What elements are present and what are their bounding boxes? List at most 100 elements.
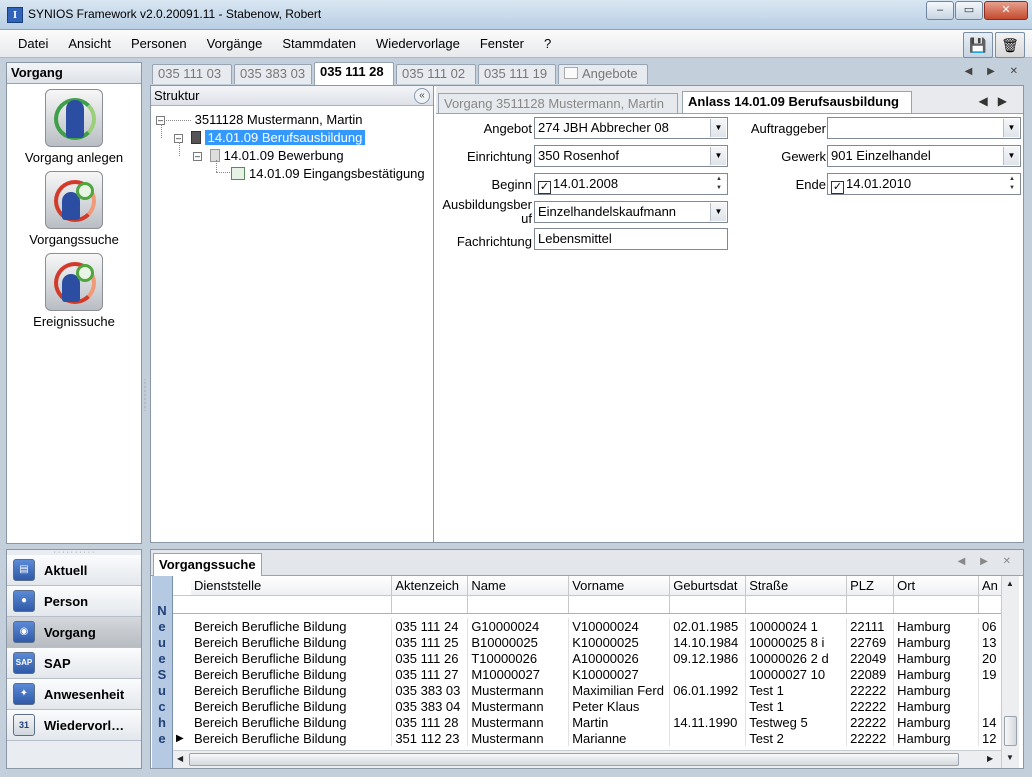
tab-angebote[interactable]: Angebote bbox=[558, 64, 648, 84]
cell-ort: Hamburg bbox=[893, 698, 980, 714]
filter-input[interactable] bbox=[669, 595, 747, 614]
menu-ansicht[interactable]: Ansicht bbox=[58, 36, 121, 51]
scroll-left-icon[interactable]: ◀ bbox=[177, 754, 183, 763]
event-search-action[interactable]: Ereignissuche bbox=[7, 253, 141, 329]
close-button[interactable]: ✕ bbox=[984, 1, 1028, 20]
minimize-button[interactable]: – bbox=[926, 1, 954, 20]
column-header-plz[interactable]: PLZ bbox=[846, 576, 895, 596]
scroll-down-icon[interactable]: ▼ bbox=[1006, 753, 1014, 762]
table-row[interactable]: Bereich Berufliche Bildung 035 111 28 Must… bbox=[173, 714, 1019, 730]
menu-vorgaenge[interactable]: Vorgänge bbox=[197, 36, 273, 51]
fachrichtung-input[interactable]: Lebensmittel bbox=[534, 228, 728, 250]
menu-datei[interactable]: Datei bbox=[8, 36, 58, 51]
tree-node-eingangsbestaetigung[interactable]: 14.01.09 Eingangsbestätigung bbox=[231, 166, 425, 181]
tab-vorgang[interactable]: Vorgang 3511128 Mustermann, Martin bbox=[438, 93, 678, 114]
filter-input[interactable] bbox=[190, 595, 393, 614]
maximize-button[interactable]: ▭ bbox=[955, 1, 983, 20]
case-search-action[interactable]: Vorgangssuche bbox=[7, 171, 141, 247]
search-tab-arrows[interactable]: ◀ ▶ ✕ bbox=[958, 556, 1017, 567]
tab-vorgangssuche[interactable]: Vorgangssuche bbox=[153, 553, 262, 577]
einrichtung-select[interactable]: 350 Rosenhof ▼ bbox=[534, 145, 728, 167]
scroll-thumb[interactable] bbox=[189, 753, 959, 766]
vertical-splitter[interactable]: :::::::: bbox=[142, 379, 148, 420]
menu-stammdaten[interactable]: Stammdaten bbox=[272, 36, 366, 51]
column-header-ort[interactable]: Ort bbox=[893, 576, 980, 596]
collapse-panel-icon[interactable]: « bbox=[414, 88, 430, 104]
menu-help[interactable]: ? bbox=[534, 36, 561, 51]
row-indicator bbox=[173, 698, 191, 714]
beginn-date-field[interactable]: ✓ 14.01.2008 ▲ ▼ bbox=[534, 173, 728, 195]
ausbildungsberuf-select[interactable]: Einzelhandelskaufmann ▼ bbox=[534, 201, 728, 223]
vertical-scrollbar[interactable]: ▲ ▼ bbox=[1001, 576, 1019, 768]
tab-case-035-383-03[interactable]: 035 383 03 bbox=[234, 64, 312, 84]
cell-name: B10000025 bbox=[467, 634, 570, 650]
create-case-action[interactable]: Vorgang anlegen bbox=[7, 89, 141, 165]
ende-checkbox[interactable]: ✓ bbox=[831, 181, 844, 194]
attendance-icon: ✦ bbox=[13, 683, 35, 705]
scroll-thumb[interactable] bbox=[1004, 716, 1017, 746]
beginn-checkbox[interactable]: ✓ bbox=[538, 181, 551, 194]
tree-expander-icon[interactable]: – bbox=[193, 152, 202, 161]
menu-personen[interactable]: Personen bbox=[121, 36, 197, 51]
cell-name: Mustermann bbox=[467, 730, 570, 746]
column-header-vorname[interactable]: Vorname bbox=[568, 576, 671, 596]
auftraggeber-select[interactable]: ▼ bbox=[827, 117, 1021, 139]
cell-name: T10000026 bbox=[467, 650, 570, 666]
chevron-down-icon[interactable]: ▼ bbox=[1003, 119, 1019, 137]
angebot-select[interactable]: 274 JBH Abbrecher 08 ▼ bbox=[534, 117, 728, 139]
cell-vorname: Peter Klaus bbox=[568, 698, 671, 714]
detail-tab-arrows[interactable]: ◀▶ bbox=[979, 94, 1017, 108]
column-header-name[interactable]: Name bbox=[467, 576, 570, 596]
table-row[interactable]: Bereich Berufliche Bildung 035 111 27 M100… bbox=[173, 666, 1019, 682]
gewerk-select[interactable]: 901 Einzelhandel ▼ bbox=[827, 145, 1021, 167]
column-header-strasse[interactable]: Straße bbox=[745, 576, 848, 596]
tab-case-035-111-03[interactable]: 035 111 03 bbox=[152, 64, 232, 84]
table-row[interactable]: Bereich Berufliche Bildung 035 383 03 Must… bbox=[173, 682, 1019, 698]
nav-item-vorgang[interactable]: ◉ Vorgang bbox=[7, 617, 141, 648]
table-row[interactable]: Bereich Berufliche Bildung 035 111 25 B100… bbox=[173, 634, 1019, 650]
chevron-down-icon[interactable]: ▼ bbox=[710, 119, 726, 137]
cell-ort: Hamburg bbox=[893, 714, 980, 730]
resubmission-icon: 31 bbox=[13, 714, 35, 736]
cell-geburtsdatum: 06.01.1992 bbox=[669, 682, 747, 698]
column-header-dienststelle[interactable]: Dienststelle bbox=[190, 576, 393, 596]
new-search-button[interactable]: N e u e S u c h e bbox=[152, 576, 173, 768]
scroll-up-icon[interactable]: ▲ bbox=[1006, 579, 1014, 588]
nav-item-sap[interactable]: SAP SAP bbox=[7, 648, 141, 679]
column-header-geburtsdatum[interactable]: Geburtsdat bbox=[669, 576, 747, 596]
filter-input[interactable] bbox=[846, 595, 895, 614]
horizontal-scrollbar[interactable]: ◀ ▶ bbox=[173, 750, 1001, 768]
tab-case-035-111-02[interactable]: 035 111 02 bbox=[396, 64, 476, 84]
tab-case-035-111-19[interactable]: 035 111 19 bbox=[478, 64, 556, 84]
filter-input[interactable] bbox=[391, 595, 469, 614]
tab-case-035-111-28[interactable]: 035 111 28 bbox=[314, 62, 394, 85]
filter-input[interactable] bbox=[893, 595, 980, 614]
trash-icon[interactable]: 🗑 bbox=[995, 32, 1025, 58]
table-row[interactable]: Bereich Berufliche Bildung 035 111 24 G100… bbox=[173, 618, 1019, 634]
date-spinner-icon[interactable]: ▲ ▼ bbox=[1005, 175, 1019, 193]
table-row[interactable]: ▶ Bereich Berufliche Bildung 351 112 23 Mus… bbox=[173, 730, 1019, 746]
chevron-down-icon[interactable]: ▼ bbox=[1003, 147, 1019, 165]
menu-fenster[interactable]: Fenster bbox=[470, 36, 534, 51]
table-row[interactable]: Bereich Berufliche Bildung 035 383 04 Must… bbox=[173, 698, 1019, 714]
filter-input[interactable] bbox=[467, 595, 570, 614]
tab-anlass[interactable]: Anlass 14.01.09 Berufsausbildung bbox=[682, 91, 912, 114]
tab-scroll-arrows[interactable]: ◀ ▶ ✕ bbox=[965, 66, 1024, 77]
column-header-aktenzeichen[interactable]: Aktenzeich bbox=[391, 576, 469, 596]
chevron-down-icon[interactable]: ▼ bbox=[710, 147, 726, 165]
nav-item-wiedervorlage[interactable]: 31 Wiedervorl… bbox=[7, 710, 141, 741]
scroll-right-icon[interactable]: ▶ bbox=[987, 754, 993, 763]
table-row[interactable]: Bereich Berufliche Bildung 035 111 26 T100… bbox=[173, 650, 1019, 666]
save-icon[interactable]: 💾 bbox=[963, 32, 993, 58]
filter-input[interactable] bbox=[745, 595, 848, 614]
tree-node-person[interactable]: – 3511128 Mustermann, Martin bbox=[156, 112, 363, 127]
date-spinner-icon[interactable]: ▲ ▼ bbox=[712, 175, 726, 193]
nav-item-anwesenheit[interactable]: ✦ Anwesenheit bbox=[7, 679, 141, 710]
ende-date-field[interactable]: ✓ 14.01.2010 ▲ ▼ bbox=[827, 173, 1021, 195]
menu-wiedervorlage[interactable]: Wiedervorlage bbox=[366, 36, 470, 51]
nav-item-person[interactable]: ● Person bbox=[7, 586, 141, 617]
chevron-down-icon[interactable]: ▼ bbox=[710, 203, 726, 221]
filter-input[interactable] bbox=[568, 595, 671, 614]
tree-node-berufsausbildung[interactable]: – 14.01.09 Berufsausbildung bbox=[174, 130, 366, 145]
nav-item-aktuell[interactable]: ▤ Aktuell bbox=[7, 555, 141, 586]
